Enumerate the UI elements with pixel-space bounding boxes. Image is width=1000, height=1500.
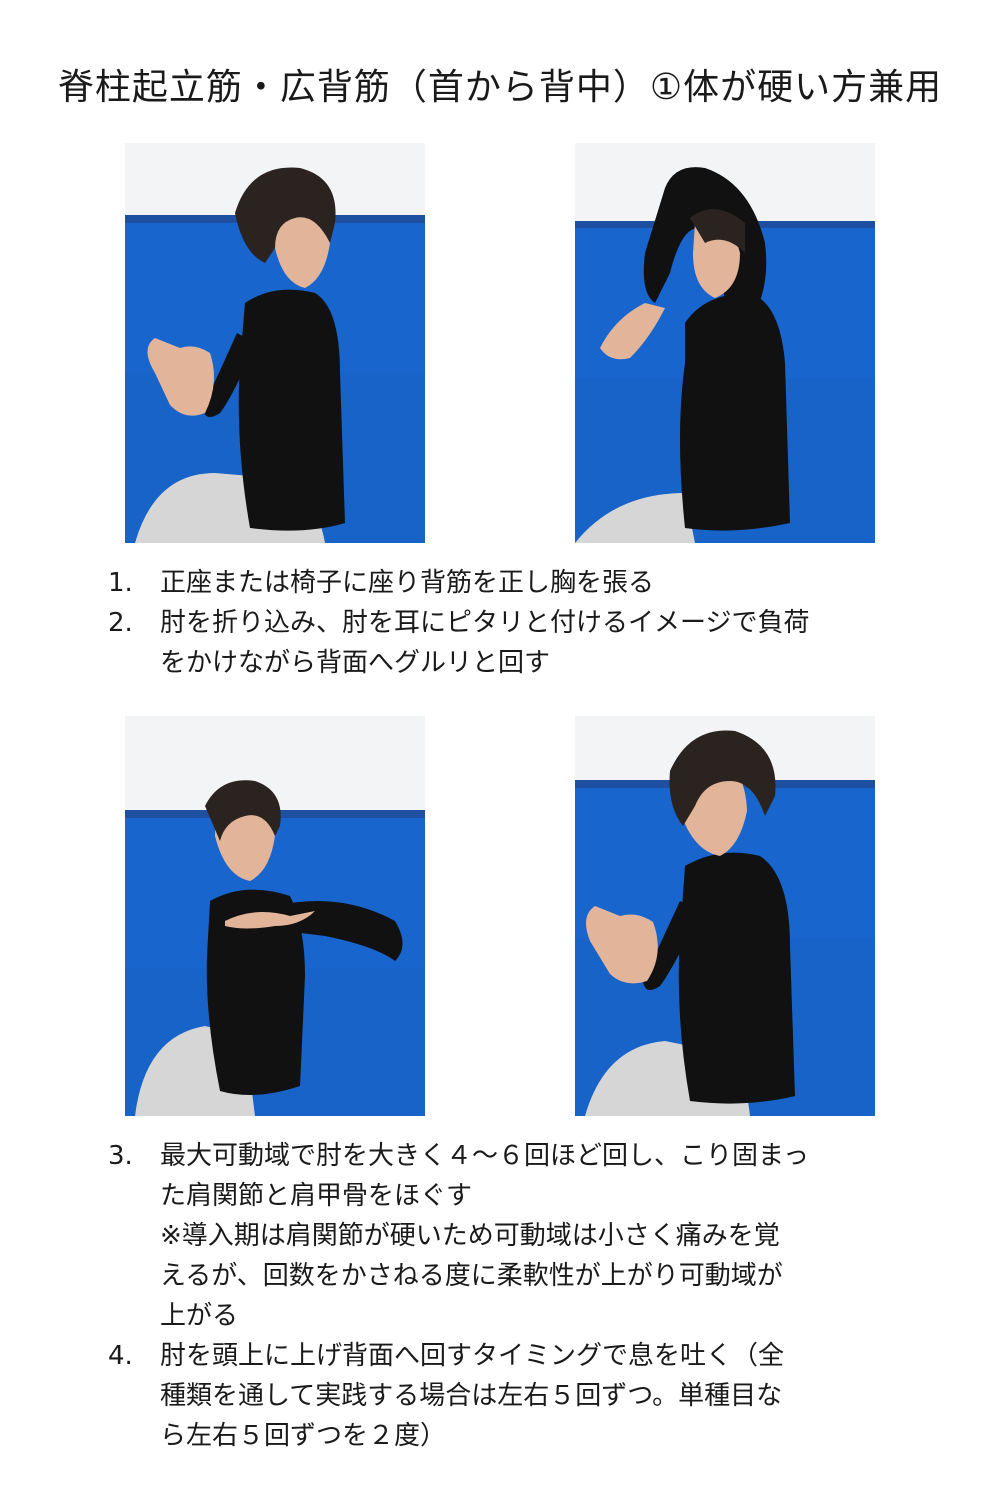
step-number: 2.: [108, 608, 133, 638]
person-seated-elbow-front-photo-icon: [125, 143, 425, 543]
person-arm-rotated-back-photo-icon: [125, 716, 425, 1116]
person-elbow-raised-overhead-photo-icon: [575, 143, 875, 543]
step-item: 2. 肘を折り込み、肘を耳にピタリと付けるイメージで負荷 をかけながら背面へグル…: [108, 603, 928, 683]
steps-group-2: 3. 最大可動域で肘を大きく４～６回ほど回し、こり固まっ た肩関節と肩甲骨をほぐ…: [108, 1136, 928, 1456]
photo-step-3: [125, 716, 425, 1116]
step-item: 1. 正座または椅子に座り背筋を正し胸を張る: [108, 563, 928, 603]
step-number: 4.: [108, 1341, 133, 1371]
step-text: 最大可動域で肘を大きく４～６回ほど回し、こり固まっ た肩関節と肩甲骨をほぐす ※…: [160, 1141, 809, 1331]
photo-step-2: [575, 143, 875, 543]
person-seated-elbow-front-photo-icon: [575, 716, 875, 1116]
page-title: 脊柱起立筋・広背筋（首から背中）①体が硬い方兼用: [57, 67, 943, 108]
step-text: 肘を頭上に上げ背面へ回すタイミングで息を吐く（全 種類を通して実践する場合は左右…: [160, 1341, 785, 1451]
step-number: 3.: [108, 1141, 133, 1171]
step-text: 肘を折り込み、肘を耳にピタリと付けるイメージで負荷 をかけながら背面へグルリと回…: [160, 608, 810, 678]
photo-step-1: [125, 143, 425, 543]
photo-step-4: [575, 716, 875, 1116]
step-item: 4. 肘を頭上に上げ背面へ回すタイミングで息を吐く（全 種類を通して実践する場合…: [108, 1336, 928, 1456]
step-text: 正座または椅子に座り背筋を正し胸を張る: [160, 568, 655, 598]
steps-group-1: 1. 正座または椅子に座り背筋を正し胸を張る 2. 肘を折り込み、肘を耳にピタリ…: [108, 563, 928, 683]
step-number: 1.: [108, 568, 133, 598]
step-item: 3. 最大可動域で肘を大きく４～６回ほど回し、こり固まっ た肩関節と肩甲骨をほぐ…: [108, 1136, 928, 1336]
